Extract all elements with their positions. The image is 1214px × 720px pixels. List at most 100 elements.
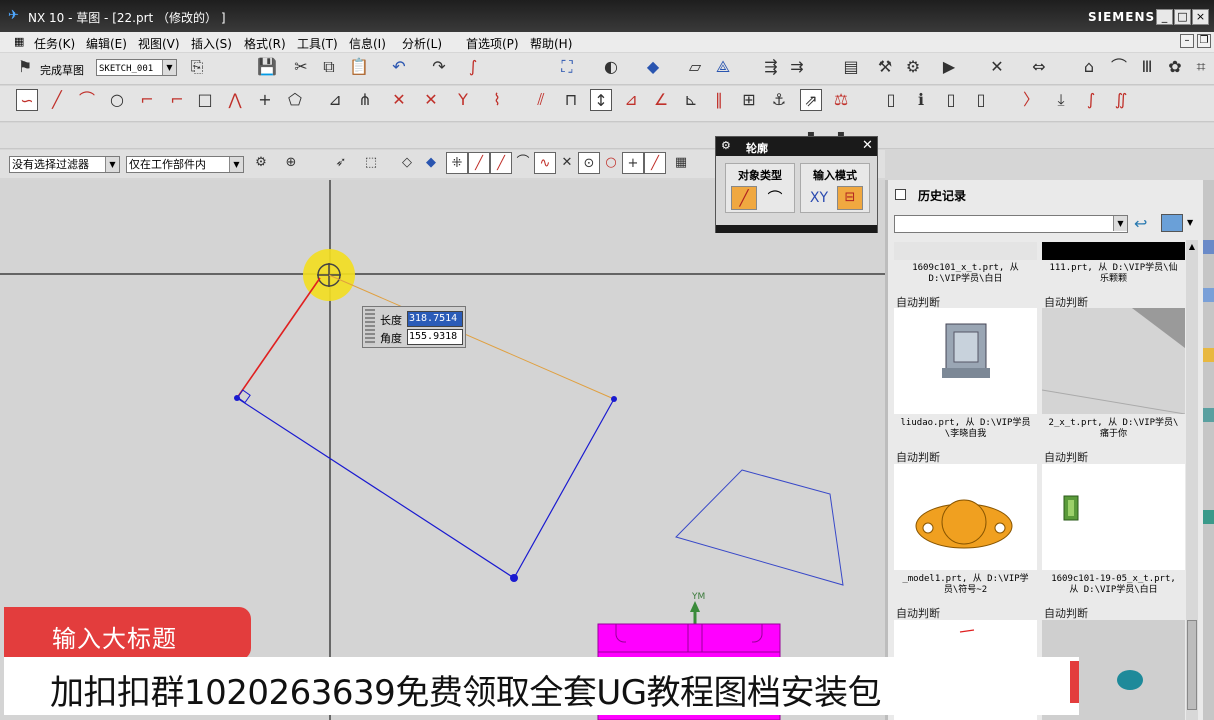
copy-icon[interactable]: ⧉ xyxy=(318,56,340,78)
trim-tool-icon[interactable]: ✕ xyxy=(388,89,410,111)
parameter-mode-button[interactable]: ⊟ xyxy=(837,186,863,210)
history-card[interactable]: 2_x_t.prt, 从 D:\VIP学员\ 痛于你 自动判断 xyxy=(1042,308,1185,464)
polyline-tool-icon[interactable]: ⋀ xyxy=(224,89,246,111)
resource-tab-icon[interactable] xyxy=(1203,288,1214,302)
arrow-select-icon[interactable]: ➶ xyxy=(330,152,352,174)
scroll-thumb[interactable] xyxy=(1187,620,1197,710)
history-card[interactable]: 1609c101-19-05_x_t.prt, 从 D:\VIP学员\白日 自动… xyxy=(1042,464,1185,620)
corner-tool-icon[interactable]: Y xyxy=(452,89,474,111)
fit-view-icon[interactable]: ⛶ xyxy=(556,56,578,78)
menu-edit[interactable]: 编辑(E) xyxy=(86,35,127,52)
back-arrow-icon[interactable]: ↩ xyxy=(1134,214,1147,233)
geometric-constraint-icon[interactable]: ⊿ xyxy=(620,89,642,111)
fillet-corner-icon[interactable]: ⌇ xyxy=(486,89,508,111)
show-constraints-icon[interactable]: ⚖ xyxy=(830,89,852,111)
close-button[interactable]: × xyxy=(1192,9,1209,25)
history-filter-select[interactable]: ▼ xyxy=(894,215,1128,233)
selection-filter-select[interactable]: 没有选择过滤器 ▼ xyxy=(9,156,120,173)
select-all-icon[interactable]: ⊕ xyxy=(280,152,302,174)
snap-mid-icon[interactable]: ╱ xyxy=(468,152,490,174)
info-doc-icon[interactable]: ℹ xyxy=(910,89,932,111)
undo-icon[interactable]: ↶ xyxy=(388,56,410,78)
menu-help[interactable]: 帮助(H) xyxy=(530,35,572,52)
menu-insert[interactable]: 插入(S) xyxy=(191,35,232,52)
snap-curve-icon[interactable]: ∿ xyxy=(534,152,556,174)
snap-center-icon[interactable]: ⊙ xyxy=(578,152,600,174)
wcs-icon[interactable]: ⟁ xyxy=(712,56,734,78)
xy-mode-button[interactable]: XY xyxy=(806,186,832,210)
face-select-icon[interactable]: ◇ xyxy=(396,152,418,174)
fix-constraint-icon[interactable]: ⚓ xyxy=(768,89,790,111)
point-tool-icon[interactable]: + xyxy=(254,89,276,111)
surface-icon[interactable]: ⌒ xyxy=(1108,56,1130,78)
save-icon[interactable]: 💾 xyxy=(256,56,278,78)
profile-tool-icon[interactable]: ∽ xyxy=(16,89,38,111)
parallel-constraint-icon[interactable]: ∥ xyxy=(708,89,730,111)
feature-icon[interactable]: ⌂ xyxy=(1078,56,1100,78)
snap-end-icon[interactable]: ⁜ xyxy=(446,152,468,174)
line-tool-icon[interactable]: ╱ xyxy=(46,89,68,111)
resource-tab-icon[interactable] xyxy=(1203,408,1214,422)
snap-intersect-icon[interactable]: ✕ xyxy=(556,152,578,174)
doc-edit-icon[interactable]: ▯ xyxy=(940,89,962,111)
mdi-restore-button[interactable]: ❐ xyxy=(1197,34,1211,48)
assembly-icon[interactable]: ⇶ xyxy=(760,56,782,78)
projection-tool-icon[interactable]: ⊓ xyxy=(560,89,582,111)
tools-icon[interactable]: ✿ xyxy=(1164,56,1186,78)
cube-view-icon[interactable]: ◆ xyxy=(642,56,664,78)
length-input[interactable]: 318.7514 xyxy=(407,311,463,327)
curve-tool-icon[interactable]: 〉 xyxy=(1020,89,1042,111)
minimize-button[interactable]: _ xyxy=(1156,9,1173,25)
menu-view[interactable]: 视图(V) xyxy=(138,35,180,52)
arc-tool-icon[interactable]: ⌒ xyxy=(76,89,98,111)
offset-tool-icon[interactable]: ⊿ xyxy=(324,89,346,111)
profile-dialog-header[interactable]: ⚙ 轮廓 ✕ xyxy=(716,137,877,156)
resource-tab-icon[interactable] xyxy=(1203,510,1214,524)
menu-info[interactable]: 信息(I) xyxy=(349,35,386,52)
circle-tool-icon[interactable]: ○ xyxy=(106,89,128,111)
resource-tab-icon[interactable] xyxy=(1203,240,1214,254)
angle-constraint-icon[interactable]: ∠ xyxy=(650,89,672,111)
auto-constraint-icon[interactable]: ⇗ xyxy=(800,89,822,111)
scroll-up-icon[interactable]: ▲ xyxy=(1186,242,1198,254)
extend-tool-icon[interactable]: ✕ xyxy=(420,89,442,111)
chevron-down-icon[interactable]: ▼ xyxy=(1187,218,1193,227)
layer-icon[interactable]: ▱ xyxy=(684,56,706,78)
history-card[interactable]: liudao.prt, 从 D:\VIP学员 \李晓自我 自动判断 xyxy=(894,308,1037,464)
palette-image-icon[interactable] xyxy=(1161,214,1183,232)
history-checkbox[interactable] xyxy=(895,189,906,200)
analysis-icon[interactable]: ⚒ xyxy=(874,56,896,78)
redo-icon[interactable]: ↷ xyxy=(428,56,450,78)
close-icon[interactable]: ✕ xyxy=(862,138,873,153)
history-scrollbar[interactable]: ▲ xyxy=(1186,240,1198,720)
menu-grid-icon[interactable]: ▦ xyxy=(14,35,24,48)
curve-more-icon[interactable]: ∬ xyxy=(1110,89,1132,111)
finish-sketch-flag-icon[interactable]: ⚑ xyxy=(14,56,36,78)
measure-icon[interactable]: ⚙ xyxy=(902,56,924,78)
sketch-orient-icon[interactable]: ⎘ xyxy=(186,56,208,78)
doc-copy-icon[interactable]: ▯ xyxy=(970,89,992,111)
snap-grid-icon[interactable]: ▦ xyxy=(670,152,692,174)
gear-icon[interactable]: ⚙ xyxy=(721,139,731,152)
constraint-tool-icon[interactable]: ↕ xyxy=(590,89,612,111)
maximize-button[interactable]: □ xyxy=(1174,9,1191,25)
chamfer-tool-icon[interactable]: ⌐ xyxy=(166,89,188,111)
drag-grip-handle[interactable] xyxy=(365,309,375,345)
menu-format[interactable]: 格式(R) xyxy=(244,35,286,52)
arc-type-button[interactable]: ⌒ xyxy=(762,186,788,210)
line-type-button[interactable]: ╱ xyxy=(731,186,757,210)
sketch-name-select[interactable]: SKETCH_001 ▼ xyxy=(96,59,177,76)
snap-arc-icon[interactable]: ⌒ xyxy=(512,152,534,174)
menu-analysis[interactable]: 分析(L) xyxy=(402,35,442,52)
render-style-icon[interactable]: ◐ xyxy=(600,56,622,78)
snap-quadrant-icon[interactable]: ○ xyxy=(600,152,622,174)
angle-input[interactable]: 155.9318 xyxy=(407,329,463,345)
part-nav-icon[interactable]: ▤ xyxy=(840,56,862,78)
body-select-icon[interactable]: ◆ xyxy=(420,152,442,174)
scope-select[interactable]: 仅在工作部件内 ▼ xyxy=(126,156,244,173)
slope-constraint-icon[interactable]: ⊾ xyxy=(680,89,702,111)
snap-point-icon[interactable]: + xyxy=(622,152,644,174)
mirror-tool-icon[interactable]: ⫽ xyxy=(530,89,552,111)
menu-tools[interactable]: 工具(T) xyxy=(297,35,338,52)
polygon-tool-icon[interactable]: ⬠ xyxy=(284,89,306,111)
